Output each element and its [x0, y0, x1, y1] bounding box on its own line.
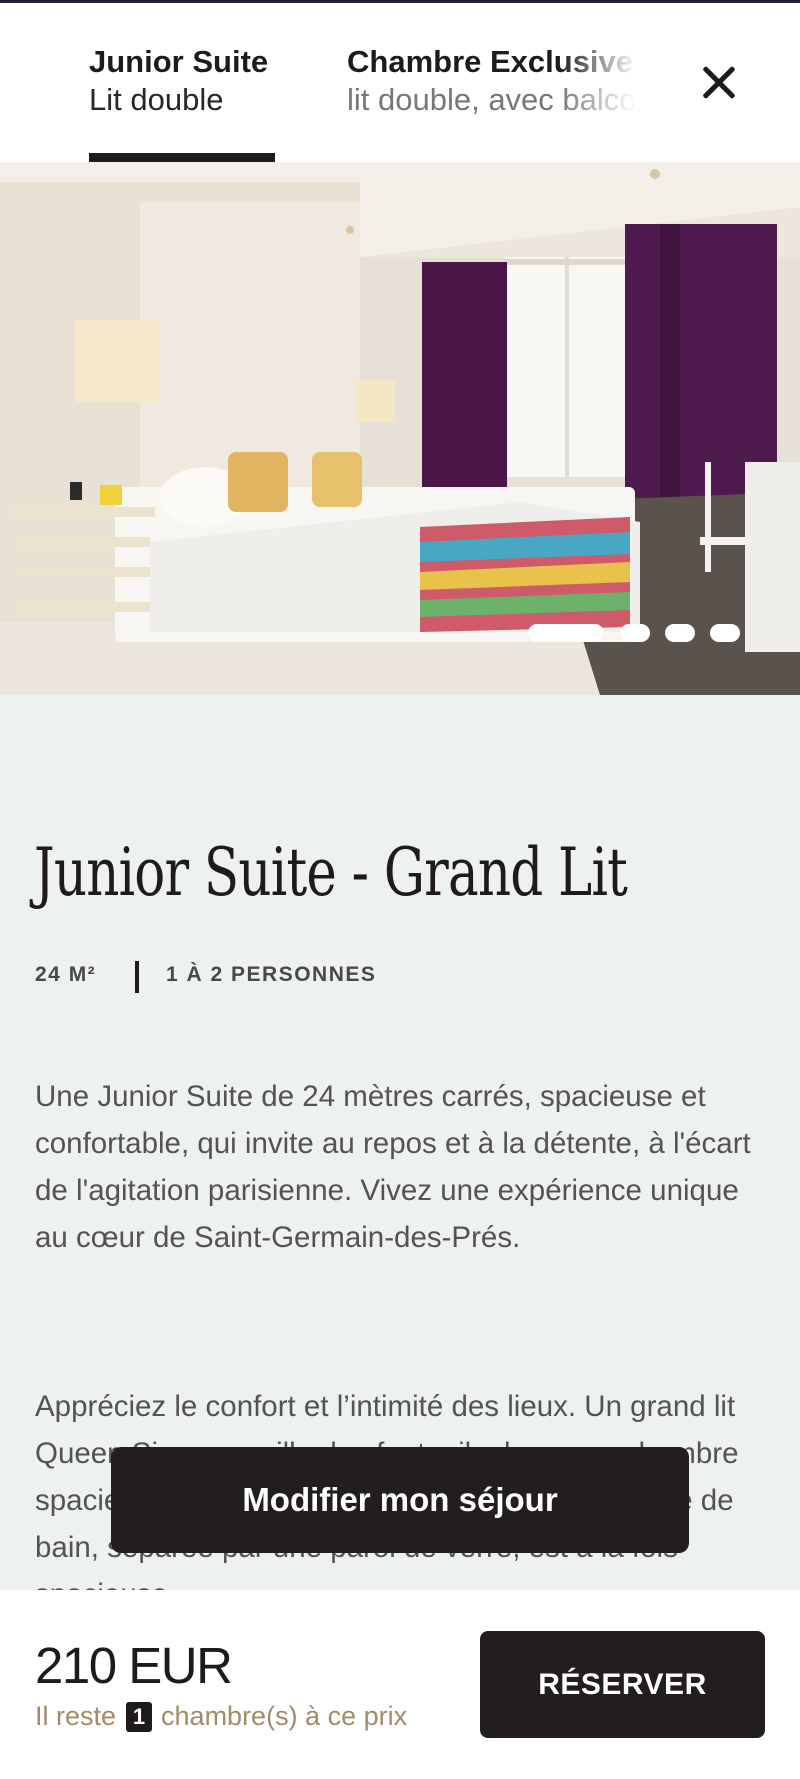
tabs-fade-overlay — [560, 43, 650, 123]
gallery-dot-active[interactable] — [528, 624, 604, 642]
gallery-dot[interactable] — [710, 624, 740, 642]
room-photo-illustration — [0, 162, 800, 695]
room-price: 210 EUR — [35, 1637, 233, 1694]
close-icon[interactable] — [690, 53, 750, 113]
room-description: Une Junior Suite de 24 mètres carrés, sp… — [35, 1080, 751, 1254]
availability-notice: Il reste 1 chambre(s) à ce prix — [35, 1701, 407, 1732]
room-tabs: Junior Suite Lit double Chambre Exclusiv… — [0, 3, 800, 162]
booking-bar: 210 EUR Il reste 1 chambre(s) à ce prix … — [0, 1590, 800, 1779]
room-photo[interactable] — [0, 162, 800, 695]
room-area: 24 M² — [35, 963, 97, 986]
tab-title: Junior Suite — [89, 44, 269, 79]
availability-suffix: chambre(s) à ce prix — [161, 1701, 408, 1731]
active-tab-indicator — [89, 153, 275, 162]
room-capacity: 1 À 2 PERSONNES — [166, 963, 377, 986]
tab-subtitle: Lit double — [89, 82, 224, 117]
modify-stay-button[interactable]: Modifier mon séjour — [111, 1447, 689, 1553]
meta-divider — [135, 961, 139, 993]
reserve-button[interactable]: RÉSERVER — [480, 1631, 765, 1738]
gallery-dot[interactable] — [620, 624, 650, 642]
availability-count-badge: 1 — [126, 1701, 153, 1732]
room-title: Junior Suite - Grand Lit — [34, 834, 628, 911]
availability-prefix: Il reste — [35, 1701, 117, 1731]
tab-junior-suite[interactable]: Junior Suite Lit double — [89, 43, 275, 162]
gallery-dot[interactable] — [665, 624, 695, 642]
